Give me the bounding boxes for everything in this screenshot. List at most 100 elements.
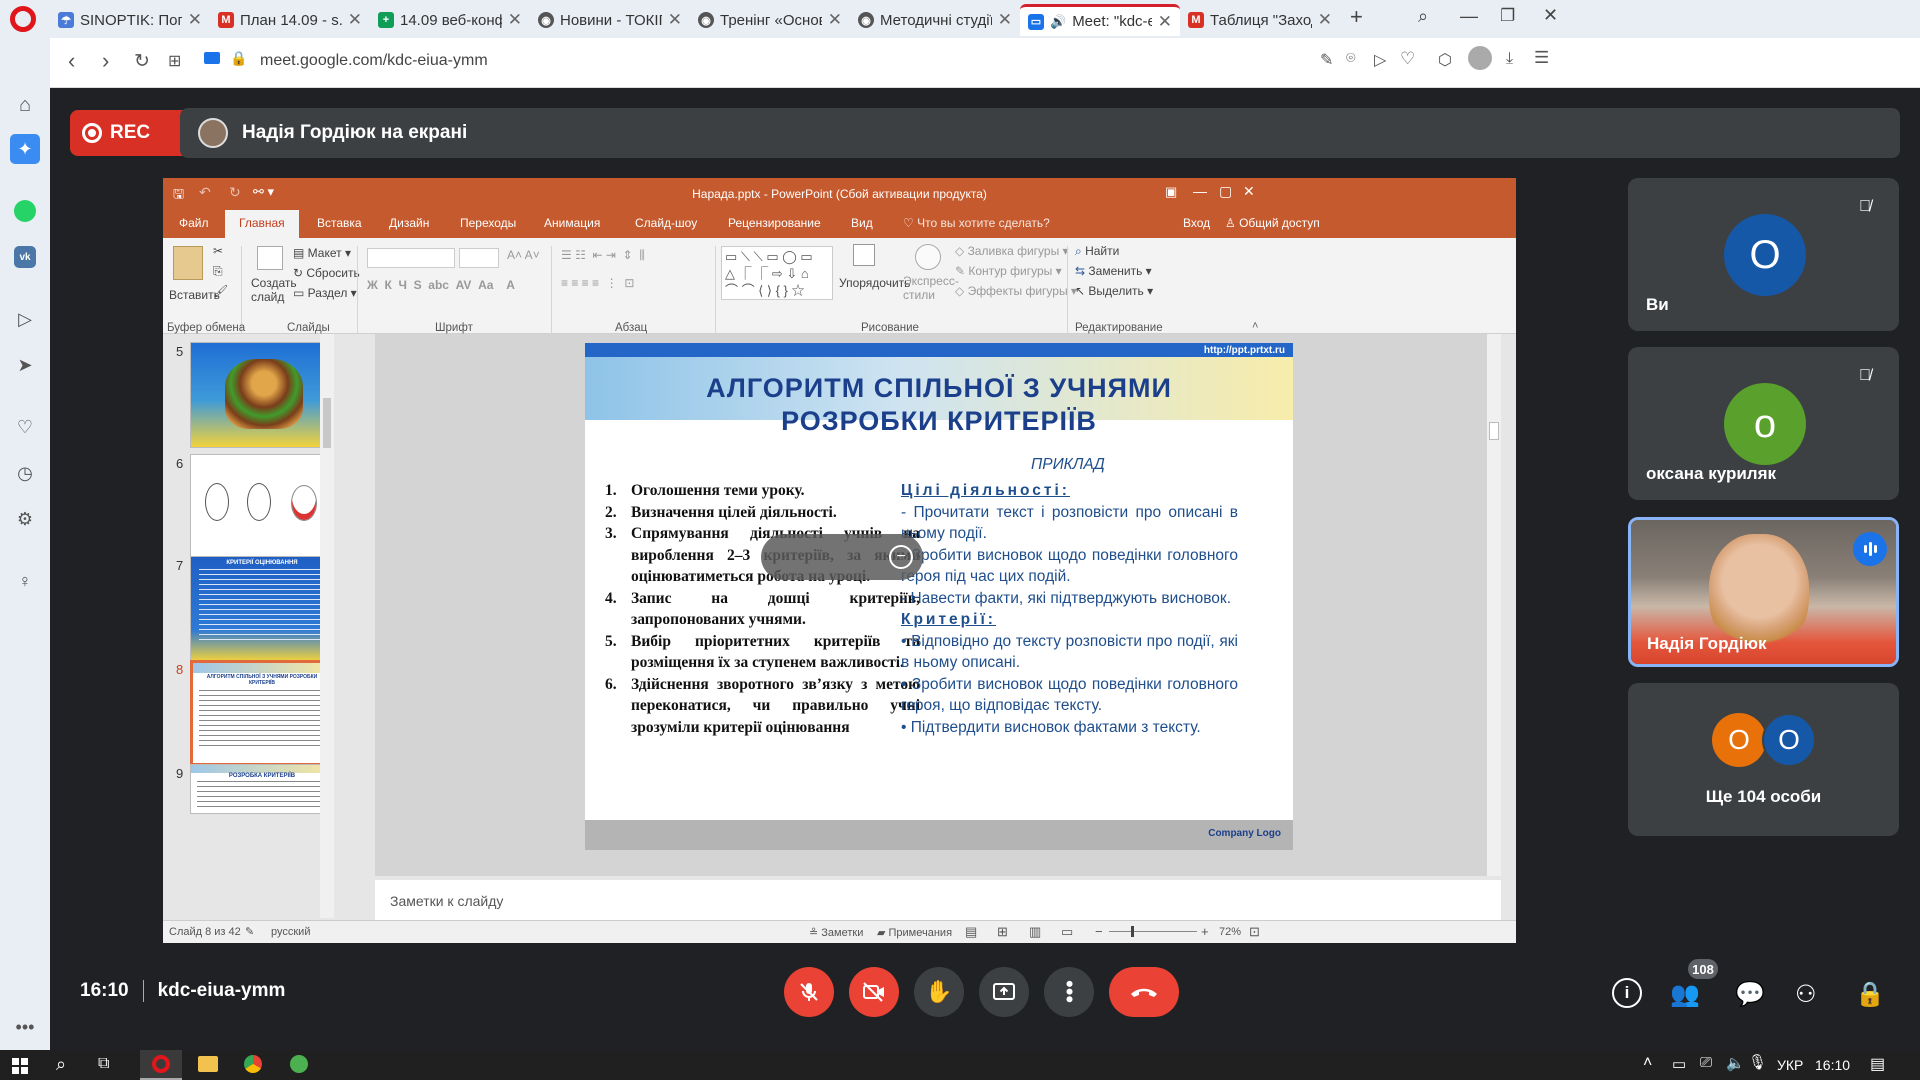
bookmark-heart-icon[interactable]: ♡ xyxy=(1400,49,1415,69)
close-tab-icon[interactable]: ✕ xyxy=(1158,12,1172,32)
ppt-maximize-icon[interactable]: ▢ xyxy=(1219,183,1232,200)
font-name-input[interactable] xyxy=(367,248,455,268)
close-tab-icon[interactable]: ✕ xyxy=(348,10,362,30)
reset-button[interactable]: ↻ Сбросить xyxy=(293,266,360,280)
home-icon[interactable]: ⌂ xyxy=(10,90,40,120)
tabs-grid-icon[interactable]: ⊞ xyxy=(168,51,181,71)
recording-badge[interactable]: REC xyxy=(70,110,194,156)
tab-transitions[interactable]: Переходы xyxy=(460,216,516,230)
profile-icon[interactable] xyxy=(1468,46,1492,70)
more-participants-tile[interactable]: O O Ще 104 особи xyxy=(1628,683,1899,836)
network-icon[interactable]: ⎚ xyxy=(1700,1054,1712,1071)
back-icon[interactable]: ‹ xyxy=(68,48,75,74)
lock-icon[interactable]: 🔒 xyxy=(230,50,247,67)
taskbar-opera[interactable] xyxy=(140,1050,182,1080)
more-options-button[interactable]: ••• xyxy=(1044,967,1094,1017)
list-buttons[interactable]: ☰ ☷ ⇤ ⇥ ⇕ ⫼ xyxy=(561,248,645,263)
ribbon-display-icon[interactable]: ▣ xyxy=(1165,184,1177,200)
search-tabs-icon[interactable]: ⌕ xyxy=(1418,6,1428,27)
reading-view-icon[interactable]: ▥ xyxy=(1029,924,1041,940)
ppt-close-icon[interactable]: ✕ xyxy=(1243,183,1255,200)
host-controls-icon[interactable]: 🔒 xyxy=(1855,980,1885,1009)
tray-chevron-icon[interactable]: ˄ xyxy=(1643,1054,1652,1072)
participant-tile[interactable]: о оксана куриляк 🎙̸ xyxy=(1628,347,1899,500)
reload-icon[interactable]: ↻ xyxy=(134,50,150,73)
menu-icon[interactable]: ☰ xyxy=(1534,48,1549,68)
shape-effects-button[interactable]: ◇ Эффекты фигуры ▾ xyxy=(955,284,1077,298)
format-painter-icon[interactable]: 🖌 xyxy=(213,284,228,298)
send-icon[interactable]: ➤ xyxy=(10,350,40,380)
zoom-slider-thumb[interactable] xyxy=(1131,926,1134,937)
cut-icon[interactable]: ✂ xyxy=(213,244,223,258)
minimize-icon[interactable]: — xyxy=(1460,6,1478,27)
tab-design[interactable]: Дизайн xyxy=(389,216,429,230)
opera-logo-icon[interactable] xyxy=(10,6,36,32)
shape-outline-button[interactable]: ✎ Контур фигуры ▾ xyxy=(955,264,1062,278)
participant-tile-speaking[interactable]: Надія Гордіюк xyxy=(1628,517,1899,667)
forward-icon[interactable]: › xyxy=(102,48,109,74)
player-icon[interactable]: ▷ xyxy=(10,304,40,334)
present-button[interactable] xyxy=(979,967,1029,1017)
font-grow-icon[interactable]: A˄ A˅ xyxy=(507,248,540,262)
find-button[interactable]: ⌕ Найти xyxy=(1075,244,1119,259)
browser-tab[interactable]: ◉Тренінг «Основні п✕ xyxy=(690,4,850,36)
new-slide-icon[interactable] xyxy=(257,246,283,270)
tab-insert[interactable]: Вставка xyxy=(317,216,362,230)
vk-icon[interactable]: vk xyxy=(10,242,40,272)
normal-view-icon[interactable]: ▤ xyxy=(965,924,977,940)
shapes-gallery[interactable]: ▭ ⟍ ⟍ ▭ ◯ ▭ △ ⎾ ⎾ ⇨ ⇩ ⌂ ⌒ ⌒ ⟨ ⟩ { } ☆ xyxy=(721,246,833,300)
raise-hand-button[interactable]: ✋ xyxy=(914,967,964,1017)
new-slide-button[interactable]: Создать слайд xyxy=(251,276,297,304)
search-icon[interactable]: ⌕ xyxy=(56,1054,66,1075)
history-icon[interactable]: ◷ xyxy=(10,458,40,488)
sorter-view-icon[interactable]: ⊞ xyxy=(997,924,1008,940)
spellcheck-icon[interactable]: ✎ xyxy=(245,925,254,938)
layout-button[interactable]: ▤ Макет ▾ xyxy=(293,246,351,260)
tab-file[interactable]: Файл xyxy=(179,216,209,230)
extensions-icon[interactable]: ⬡ xyxy=(1438,50,1452,70)
speed-dial-icon[interactable]: ✦ xyxy=(10,134,40,164)
slide-thumbnail-9[interactable]: РОЗРОБКА КРИТЕРІЇВ xyxy=(190,764,334,814)
copy-icon[interactable]: ⎘ xyxy=(213,264,223,279)
tab-animation[interactable]: Анимация xyxy=(544,216,600,230)
paste-icon[interactable] xyxy=(173,246,203,280)
tips-icon[interactable]: ♀ xyxy=(10,566,40,596)
browser-tab[interactable]: +14.09 веб-конфере✕ xyxy=(370,4,530,36)
edit-page-icon[interactable]: ✎ xyxy=(1320,50,1333,70)
windows-start-icon[interactable] xyxy=(12,1058,28,1074)
comments-toggle[interactable]: ▰ Примечания xyxy=(877,926,952,939)
slide-thumbnail-5[interactable] xyxy=(190,342,334,448)
volume-icon[interactable]: 🔈 xyxy=(1726,1054,1745,1072)
tab-home[interactable]: Главная xyxy=(225,210,299,238)
chrome-icon[interactable] xyxy=(244,1055,262,1073)
participant-tile-self[interactable]: O Ви 🎙̸ xyxy=(1628,178,1899,331)
slide-canvas[interactable]: http://ppt.prtxt.ru АЛГОРИТМ СПІЛЬНОЇ З … xyxy=(585,343,1293,850)
align-buttons[interactable]: ≡ ≡ ≡ ≡ ⋮ ⊡ xyxy=(561,276,634,290)
send-to-icon[interactable]: ▷ xyxy=(1374,50,1386,70)
language-indicator[interactable]: УКР xyxy=(1777,1057,1803,1073)
collapse-ribbon-icon[interactable]: ˄ xyxy=(1252,320,1258,332)
notes-toggle[interactable]: ≗ Заметки xyxy=(809,926,863,939)
ppt-minimize-icon[interactable]: — xyxy=(1193,183,1207,199)
tab-review[interactable]: Рецензирование xyxy=(728,216,821,230)
browser-tab[interactable]: ◉Методичні студії д✕ xyxy=(850,4,1020,36)
signin-link[interactable]: Вход xyxy=(1183,216,1210,230)
activities-icon[interactable]: ⚇ xyxy=(1795,980,1817,1009)
notes-pane[interactable]: Заметки к слайду xyxy=(375,880,1501,920)
close-tab-icon[interactable]: ✕ xyxy=(508,10,522,30)
language-indicator[interactable]: русский xyxy=(271,926,310,938)
browser-tab[interactable]: MТаблиця "Заходи в✕ xyxy=(1180,4,1340,36)
slideshow-view-icon[interactable]: ▭ xyxy=(1061,924,1073,940)
mic-tray-icon[interactable]: 🎙 xyxy=(1748,1053,1767,1071)
browser-tab[interactable]: ☂SINOPTIK: Погода в✕ xyxy=(50,4,210,36)
shape-fill-button[interactable]: ◇ Заливка фигуры ▾ xyxy=(955,244,1069,258)
app-icon[interactable] xyxy=(290,1055,308,1073)
file-explorer-icon[interactable] xyxy=(198,1056,218,1072)
close-tab-icon[interactable]: ✕ xyxy=(668,10,682,30)
tab-slideshow[interactable]: Слайд-шоу xyxy=(635,216,697,230)
slideshow-overlay-control[interactable]: − xyxy=(761,534,923,580)
meeting-details-icon[interactable]: i xyxy=(1612,978,1642,1008)
font-size-input[interactable] xyxy=(459,248,499,268)
slide-scrollbar[interactable] xyxy=(1487,334,1501,876)
close-tab-icon[interactable]: ✕ xyxy=(188,10,202,30)
